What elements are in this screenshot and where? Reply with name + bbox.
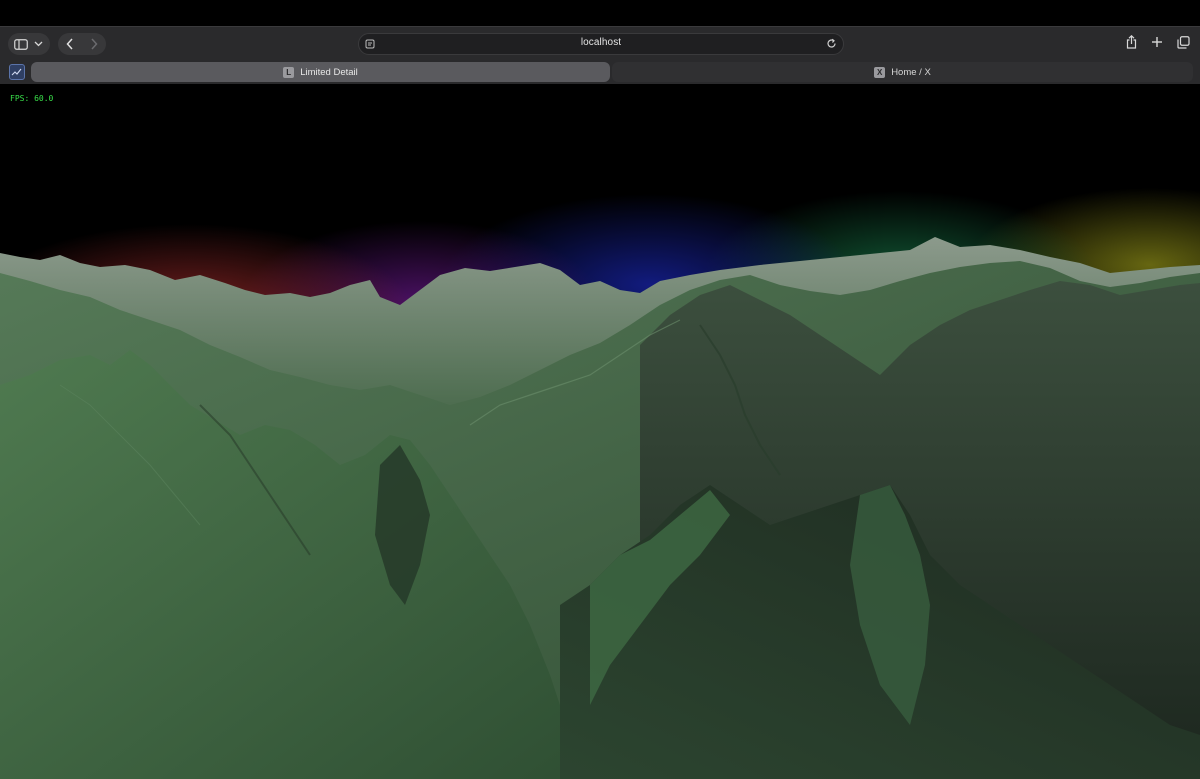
navigation-buttons (58, 33, 106, 55)
tab-group-icon[interactable] (9, 64, 25, 80)
toolbar-actions (1126, 35, 1190, 49)
terrain-render (0, 237, 1200, 779)
reload-icon[interactable] (826, 38, 837, 49)
back-button[interactable] (66, 38, 74, 50)
url-text[interactable]: localhost (359, 37, 843, 48)
tab-favicon: X (874, 66, 886, 78)
chevron-down-icon[interactable] (34, 41, 43, 47)
tab-limited-detail[interactable]: L Limited Detail (31, 62, 610, 82)
sidebar-toggle-button[interactable] (8, 33, 50, 55)
chevron-left-icon (66, 38, 73, 50)
address-bar[interactable]: localhost (358, 33, 844, 55)
render-canvas[interactable]: FPS: 60.0 (0, 85, 1200, 779)
forward-button[interactable] (90, 38, 98, 50)
browser-window: localhost L Limited Detail X Home / X FP… (0, 0, 1200, 779)
chevron-right-icon (91, 38, 98, 50)
share-icon[interactable] (1126, 35, 1137, 49)
tab-favicon: L (283, 66, 295, 78)
tab-label: Home / X (891, 66, 931, 78)
fps-counter: FPS: 60.0 (10, 94, 54, 103)
tab-label: Limited Detail (300, 66, 358, 78)
tab-home-x[interactable]: X Home / X (612, 62, 1193, 82)
sidebar-icon (14, 38, 28, 50)
plus-icon[interactable] (1151, 36, 1163, 48)
tab-bar: L Limited Detail X Home / X (0, 60, 1200, 84)
browser-toolbar: localhost (0, 26, 1200, 60)
menu-bar-strip (0, 0, 1200, 26)
tab-overview-icon[interactable] (1177, 35, 1190, 49)
